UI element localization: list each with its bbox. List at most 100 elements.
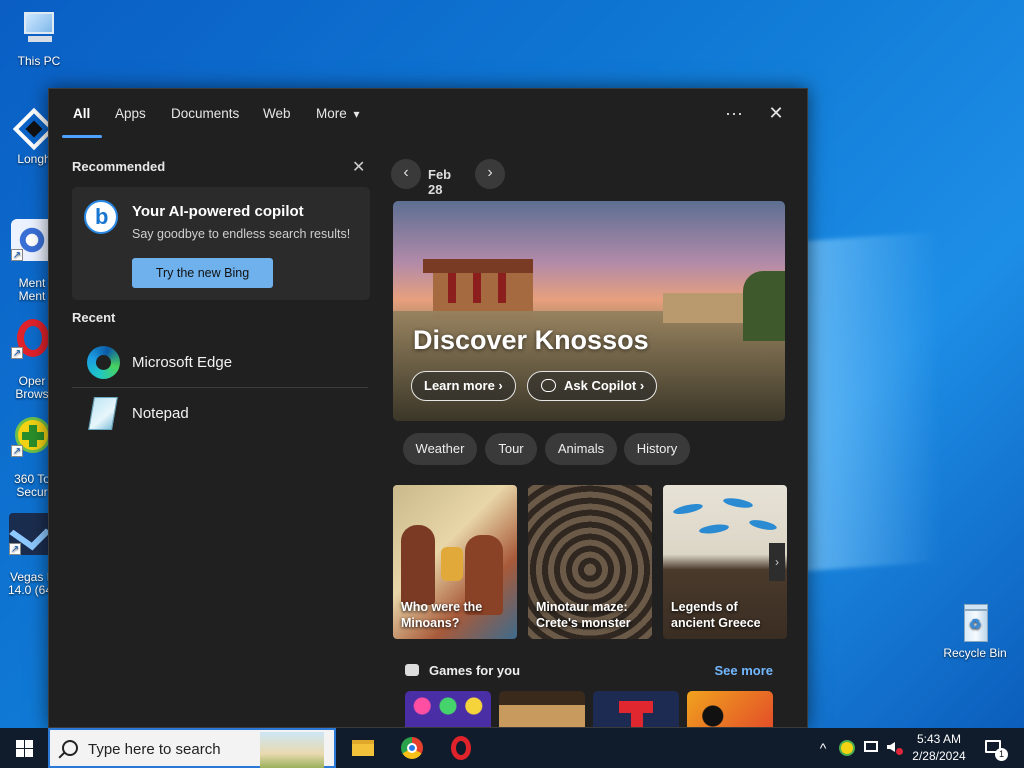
tab-documents[interactable]: Documents — [171, 106, 239, 121]
try-new-bing-button[interactable]: Try the new Bing — [132, 258, 273, 288]
chevron-down-icon: ▾ — [353, 107, 360, 121]
search-flyout: All Apps Documents Web More ▾ ··· ✕ Reco… — [48, 88, 808, 728]
desktop-icon-this-pc[interactable]: This PC — [4, 10, 74, 68]
see-more-games-link[interactable]: See more — [714, 663, 773, 678]
learn-more-button[interactable]: Learn more › — [411, 371, 516, 401]
more-options-button[interactable]: ··· — [719, 101, 749, 127]
left-pane: Recommended ✕ Your AI-powered copilot Sa… — [72, 159, 370, 430]
ment-app-icon: ↗ — [11, 219, 53, 261]
taskbar-file-explorer[interactable] — [338, 728, 386, 768]
system-clock[interactable]: 5:43 AM 2/28/2024 — [906, 731, 972, 765]
recent-app-label: Microsoft Edge — [132, 354, 233, 371]
opera-icon — [451, 736, 471, 760]
360-security-icon: ↗ — [11, 415, 53, 457]
card-caption: Minotaur maze: Crete's monster — [536, 600, 631, 630]
clock-date: 2/28/2024 — [912, 749, 966, 763]
next-day-button[interactable]: › — [475, 159, 505, 189]
close-icon: ✕ — [768, 103, 784, 123]
red-column — [473, 273, 481, 303]
tray-360-security[interactable] — [836, 728, 858, 768]
chevron-right-icon: › — [775, 555, 779, 569]
recent-app-label: Notepad — [132, 405, 189, 422]
copilot-subtitle: Say goodbye to endless search results! — [132, 227, 351, 241]
tray-network[interactable] — [860, 728, 882, 768]
taskbar-chrome[interactable] — [388, 728, 436, 768]
chip-weather[interactable]: Weather — [403, 433, 477, 465]
recent-app-notepad[interactable]: Notepad — [72, 389, 368, 439]
tray-volume[interactable] — [884, 728, 906, 768]
notification-count: 1 — [995, 748, 1008, 761]
trees — [743, 271, 785, 341]
360-security-icon — [839, 740, 855, 756]
previous-day-button[interactable]: ‹ — [391, 159, 421, 189]
network-icon — [864, 741, 878, 752]
recommended-heading: Recommended — [72, 159, 166, 174]
show-hidden-icons-button[interactable]: ^ — [812, 728, 834, 768]
copilot-title: Your AI-powered copilot — [132, 203, 304, 220]
start-button[interactable] — [0, 728, 48, 768]
search-tabs: All Apps Documents Web More ▾ ··· ✕ — [49, 89, 807, 139]
folder-icon — [352, 740, 374, 756]
tab-more-label: More — [316, 106, 347, 121]
card-caption: Legends of ancient Greece — [671, 600, 761, 630]
bing-logo-icon — [84, 200, 118, 234]
shortcut-arrow-icon: ↗ — [9, 543, 21, 555]
dolphin-fresco — [748, 518, 778, 532]
game-tile-bubble[interactable] — [405, 691, 491, 727]
ask-copilot-button[interactable]: Ask Copilot › — [527, 371, 658, 401]
close-search-button[interactable]: ✕ — [761, 101, 791, 127]
shortcut-arrow-icon: ↗ — [11, 445, 23, 457]
opera-icon: ↗ — [11, 317, 53, 359]
divider — [72, 387, 368, 388]
tab-web[interactable]: Web — [263, 106, 291, 121]
chip-animals[interactable]: Animals — [545, 433, 617, 465]
computer-icon — [18, 10, 60, 52]
game-tile-solitaire[interactable] — [687, 691, 773, 727]
ellipsis-icon: ··· — [725, 103, 743, 123]
chevron-up-icon: ^ — [819, 740, 827, 756]
card-minoans[interactable]: Who were the Minoans? — [393, 485, 517, 639]
tab-all[interactable]: All — [73, 106, 90, 121]
vegas-pro-icon: ↗ — [9, 513, 51, 555]
fresco-jug — [441, 547, 463, 581]
highlight-date: Feb 28 — [428, 167, 452, 197]
clock-time: 5:43 AM — [916, 732, 962, 746]
active-tab-indicator — [62, 135, 102, 138]
game-tile-blocks[interactable] — [593, 691, 679, 727]
tab-apps[interactable]: Apps — [115, 106, 146, 121]
red-column — [448, 273, 456, 303]
taskbar-opera[interactable] — [436, 728, 484, 768]
recent-app-edge[interactable]: Microsoft Edge — [72, 338, 368, 388]
taskbar: Type here to search ^ 5:43 AM 2/28/2024 … — [0, 728, 1024, 768]
block-piece — [619, 701, 653, 713]
recent-heading: Recent — [72, 310, 116, 325]
dismiss-recommended-button[interactable]: ✕ — [352, 159, 366, 176]
games-heading: Games for you — [429, 663, 521, 678]
search-placeholder: Type here to search — [88, 741, 221, 758]
chip-tour[interactable]: Tour — [485, 433, 537, 465]
game-tile-chess[interactable] — [499, 691, 585, 727]
cards-next-button[interactable]: › — [769, 543, 785, 581]
card-minotaur-maze[interactable]: Minotaur maze: Crete's monster — [528, 485, 652, 639]
games-header: Games for you See more — [403, 661, 781, 681]
chevron-left-icon: ‹ — [403, 164, 409, 181]
desktop-icon-recycle-bin[interactable]: ♻ Recycle Bin — [940, 602, 1010, 660]
chip-history[interactable]: History — [624, 433, 690, 465]
card-caption: Who were the Minoans? — [401, 600, 483, 630]
dolphin-fresco — [672, 501, 704, 517]
action-center-button[interactable]: 1 — [980, 728, 1010, 768]
ask-copilot-label: Ask Copilot › — [564, 378, 645, 393]
shortcut-arrow-icon: ↗ — [11, 249, 23, 261]
chevron-right-icon: › — [487, 164, 493, 181]
close-icon: ✕ — [352, 159, 366, 176]
dolphin-fresco — [722, 496, 754, 510]
tab-more[interactable]: More ▾ — [316, 106, 360, 121]
edge-icon — [87, 346, 120, 379]
dolphin-fresco — [698, 522, 730, 536]
search-highlight-art — [260, 732, 324, 768]
taskbar-search-box[interactable]: Type here to search — [48, 728, 336, 768]
hero-banner[interactable]: Discover Knossos Learn more › Ask Copilo… — [393, 201, 785, 421]
knossos-roof — [423, 259, 533, 273]
fresco-figure — [401, 525, 435, 605]
search-icon — [62, 740, 78, 756]
